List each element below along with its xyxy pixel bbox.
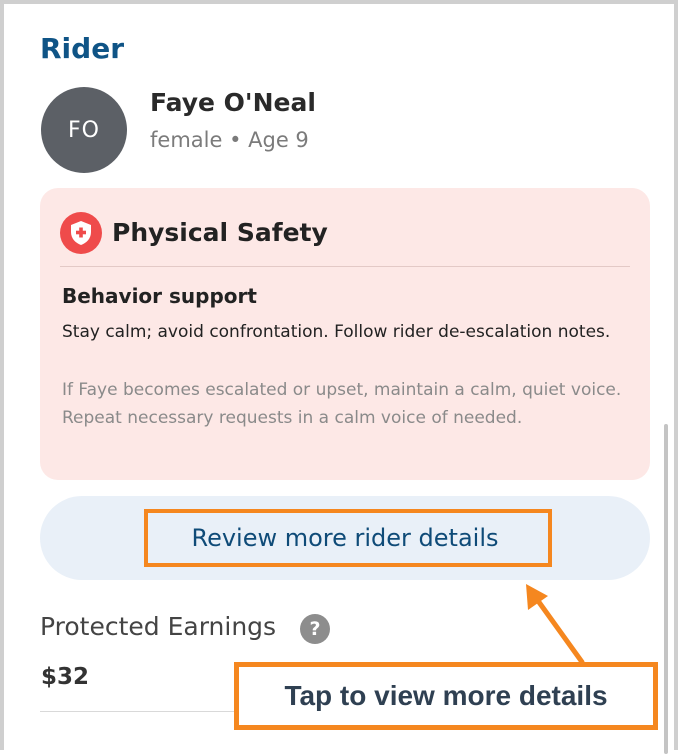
divider <box>60 266 630 267</box>
help-glyph: ? <box>309 618 321 640</box>
review-rider-details-button[interactable]: Review more rider details <box>40 496 650 580</box>
protected-earnings-value: $32 <box>41 664 90 690</box>
behavior-heading: Behavior support <box>62 284 257 308</box>
behavior-summary: Stay calm; avoid confrontation. Follow r… <box>62 322 611 342</box>
callout-text: Tap to view more details <box>284 680 608 711</box>
help-icon[interactable]: ? <box>300 614 330 644</box>
review-rider-details-label: Review more rider details <box>191 524 499 552</box>
section-title: Rider <box>40 32 124 65</box>
scrollbar[interactable] <box>664 424 668 754</box>
behavior-notes: If Faye becomes escalated or upset, main… <box>62 380 622 428</box>
avatar: FO <box>41 87 127 173</box>
protected-earnings-label: Protected Earnings <box>40 612 277 641</box>
physical-safety-card: Physical Safety Behavior support Stay ca… <box>40 188 650 480</box>
safety-title: Physical Safety <box>112 218 328 247</box>
rider-meta: female • Age 9 <box>150 128 309 152</box>
callout-box: Tap to view more details <box>234 662 658 730</box>
divider <box>40 711 240 712</box>
rider-name: Faye O'Neal <box>150 88 316 117</box>
shield-plus-icon <box>60 212 102 254</box>
callout-arrow-icon <box>526 584 585 665</box>
avatar-initials: FO <box>68 117 100 143</box>
app-frame: Rider FO Faye O'Neal female • Age 9 Phys… <box>0 0 678 754</box>
